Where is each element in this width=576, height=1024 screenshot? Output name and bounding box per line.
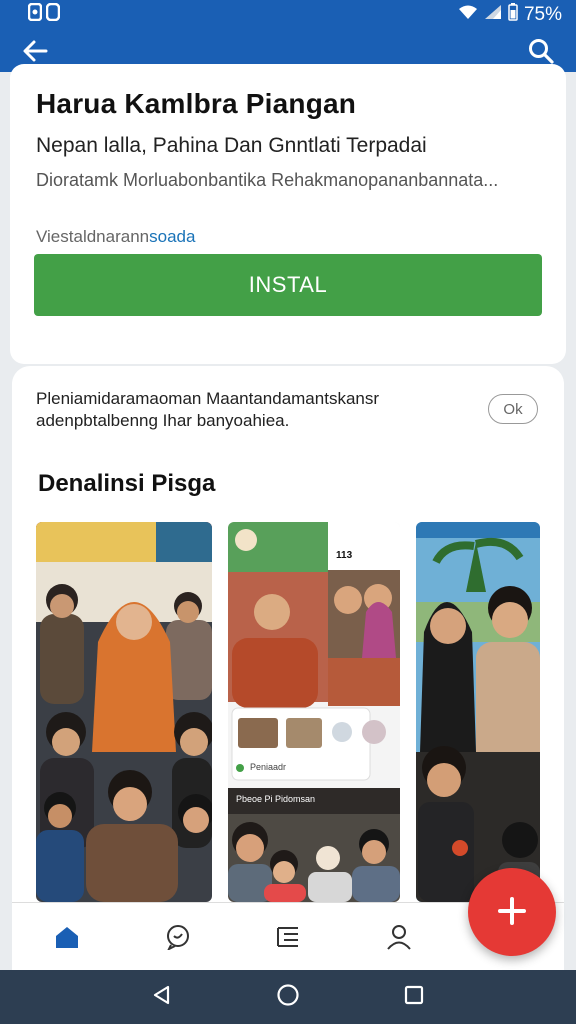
home-circle-icon[interactable] (276, 983, 300, 1012)
notice-text: Pleniamidaramaoman Maantandamantskansr a… (36, 389, 380, 430)
recents-square-icon[interactable] (403, 984, 425, 1011)
gallery-card: Pleniamidaramaoman Maantandamantskansr a… (12, 366, 564, 966)
system-nav-bar (0, 970, 576, 1024)
wifi-icon (458, 4, 478, 26)
section-title: Denalinsi Pisga (38, 470, 216, 497)
phone-time: 113 (336, 550, 353, 561)
status-right: 75% (458, 3, 562, 27)
meta-prefix: Viestaldnarann (36, 227, 150, 246)
battery-percent: 75% (523, 4, 562, 25)
profile-icon[interactable] (379, 917, 419, 957)
list-icon[interactable] (268, 917, 308, 957)
meta-link[interactable]: soada (149, 227, 195, 246)
banner-text: Pbeoe Pi Pidomsan (236, 794, 316, 804)
app-description: Dioratamk Morluabonbantika Rehakmanopana… (36, 170, 499, 190)
back-triangle-icon[interactable] (151, 984, 173, 1011)
status-bar: 75% (0, 0, 576, 30)
app-subtitle: Nepan lalla, Pahina Dan Gnntlati Terpada… (36, 134, 427, 157)
screenshot-1[interactable] (36, 522, 212, 902)
chat-icon[interactable] (158, 917, 198, 957)
app-info-card: Harua Kamlbra Piangan Nepan lalla, Pahin… (10, 64, 566, 364)
screenshot-2[interactable]: 113 Peniaadr Pbeoe Pi Pidomsan (228, 522, 400, 902)
battery-icon (508, 3, 518, 27)
signal-icon (484, 4, 502, 26)
sync-icon (45, 2, 61, 27)
screenshot-3[interactable] (416, 522, 540, 902)
plus-icon (497, 896, 527, 929)
add-fab-button[interactable] (468, 868, 556, 956)
ok-button[interactable]: Ok (488, 394, 538, 424)
screenshots-row: 113 Peniaadr Pbeoe Pi Pidomsan (36, 522, 540, 902)
sim-icon (27, 2, 43, 27)
home-icon[interactable] (47, 917, 87, 957)
install-button[interactable]: INSTAL (34, 254, 542, 316)
search-icon[interactable] (528, 38, 554, 64)
status-left (27, 2, 61, 27)
app-meta: Viestaldnarannsoada (36, 227, 542, 247)
phone-card-label: Peniaadr (250, 762, 287, 772)
app-title: Harua Kamlbra Piangan (36, 88, 357, 119)
back-arrow-icon[interactable] (22, 38, 48, 64)
